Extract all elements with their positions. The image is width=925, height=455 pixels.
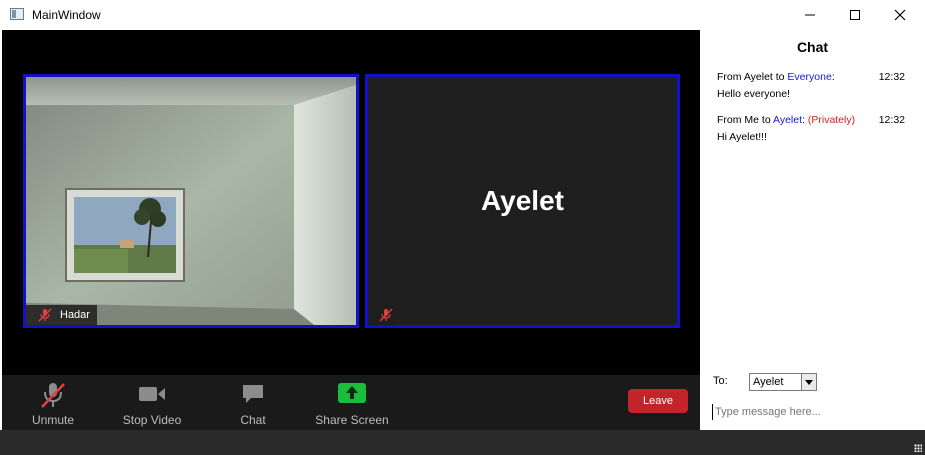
message-colon: : [802,114,805,126]
video-tile-ayelet[interactable]: Ayelet [365,74,680,328]
chat-message: From Me to Ayelet: (Privately) 12:32 Hi … [717,114,909,143]
chat-panel: Chat From Ayelet to Everyone: 12:32 Hell… [700,30,925,430]
participant-avatar-name: Ayelet [480,185,564,216]
muted-microphone-icon [41,383,65,408]
close-button[interactable] [877,0,923,30]
meeting-toolbar: Unmute Stop Video Chat Share Screen Leav… [2,375,700,430]
private-label: (Privately) [807,114,856,126]
video-tile-hadar[interactable]: Hadar [23,74,359,328]
window-title: MainWindow [32,8,101,22]
maximize-icon [850,10,860,21]
chat-title: Chat [796,39,829,55]
message-time: 12:32 [878,71,905,83]
message-recipient: Ayelet [773,114,803,126]
app-window-icon [10,8,24,20]
message-sender: From Ayelet to [717,71,788,83]
unmute-label: Unmute [31,413,75,427]
chat-message: From Ayelet to Everyone: 12:32 Hello eve… [717,71,909,100]
chat-bubble-icon [243,385,263,403]
minimize-button[interactable] [787,0,833,30]
video-grid: Hadar Ayelet [2,30,700,375]
main-window: MainWindow Hadar Ayelet Unmute Stop Vide… [0,0,925,455]
stop-video-button[interactable]: Stop Video [116,375,188,430]
framed-picture [65,188,185,282]
message-input[interactable] [712,404,915,420]
message-text: Hi Ayelet!!! [717,131,767,143]
chat-button[interactable]: Chat [228,375,278,430]
leave-button[interactable]: Leave [628,389,688,413]
message-recipient: Everyone [787,71,832,83]
to-label: To: [713,375,728,387]
participant-name-tag [368,305,396,325]
muted-microphone-icon [379,308,393,322]
video-camera-icon [139,387,165,401]
dropdown-arrow-icon[interactable] [801,374,816,390]
message-time: 12:32 [878,114,905,126]
participant-name: Hadar [60,309,90,321]
recipient-select[interactable]: Ayelet [749,373,817,391]
status-bar [0,430,925,455]
message-text: Hello everyone! [717,88,790,100]
muted-microphone-icon [38,308,52,322]
recipient-row: To: Ayelet [713,373,817,391]
share-screen-button[interactable]: Share Screen [312,375,392,430]
message-sender: From Me to [717,114,774,126]
chat-label: Chat [240,413,266,427]
unmute-button[interactable]: Unmute [20,375,86,430]
share-screen-label: Share Screen [315,413,389,427]
stop-video-label: Stop Video [122,413,182,427]
title-bar: MainWindow [0,0,925,30]
camera-feed-image [26,77,356,325]
participant-name-tag: Hadar [26,305,97,325]
share-screen-icon [338,383,366,403]
message-colon: : [831,71,835,83]
resize-grip-icon[interactable] [914,444,922,452]
maximize-button[interactable] [832,0,878,30]
minimize-icon [805,14,815,16]
close-icon [894,9,906,21]
recipient-selected-value: Ayelet [753,376,784,388]
